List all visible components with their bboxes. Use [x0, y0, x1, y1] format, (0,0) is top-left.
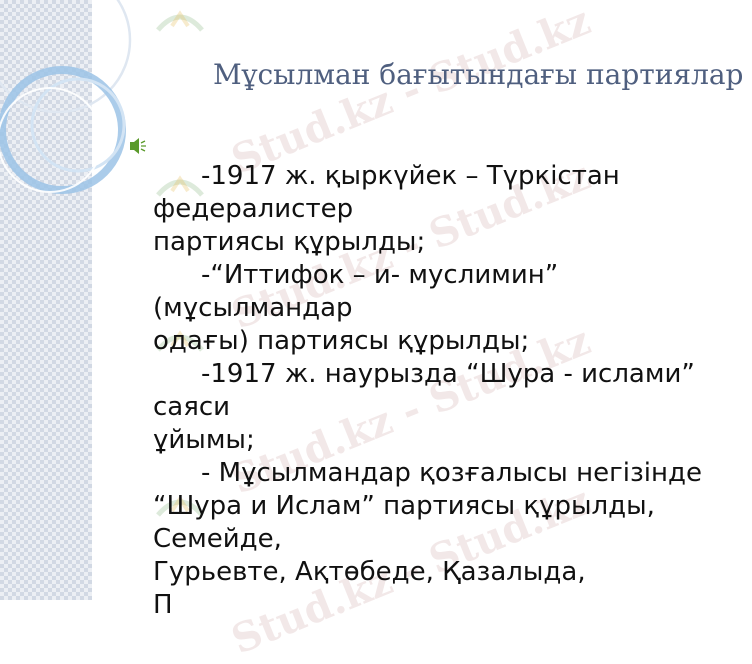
body-line: партиясы құрылды;	[153, 227, 426, 257]
body-line: ұйымы;	[153, 425, 255, 455]
body-line: (мұсылмандар	[153, 293, 353, 323]
body-line: саяси	[153, 392, 231, 422]
body-line: “Шура и Ислам” партиясы құрылды,	[153, 491, 655, 521]
body-line: -1917 ж. наурызда “Шура - ислами”	[201, 359, 695, 389]
body-line: П	[153, 590, 173, 620]
body-line: -1917 ж. қыркүйек – Түркістан	[201, 161, 620, 191]
body-line: одағы) партиясы құрылды;	[153, 326, 530, 356]
speaker-bullet-icon	[130, 138, 146, 154]
body-line: -“Иттифок – и- муслимин”	[201, 260, 559, 290]
watermark-text: Stud.kz - Stud.kz	[225, 0, 597, 184]
slide-body: -1917 ж. қыркүйек – Түркістан федералист…	[153, 160, 748, 622]
ring-inner	[30, 77, 126, 173]
body-line: Семейде,	[153, 524, 282, 554]
body-line: - Мұсылмандар қозғалысы негізінде	[201, 458, 702, 488]
body-line: федералистер	[153, 194, 354, 224]
ring-highlight	[0, 87, 103, 193]
slide-title: Мұсылман бағытындағы партиялар	[213, 58, 744, 91]
body-line: Гурьевте, Ақтөбеде, Қазалыда,	[153, 557, 586, 587]
